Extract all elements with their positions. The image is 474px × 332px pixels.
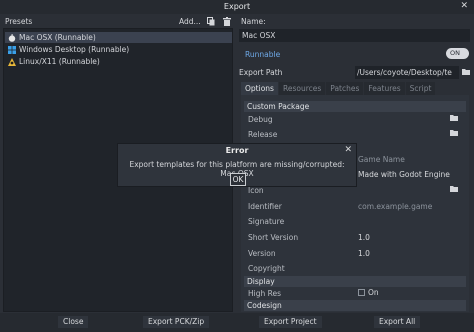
copyright-label: Copyright — [248, 264, 285, 273]
high-res-checkbox[interactable] — [358, 289, 365, 296]
preset-item-macosx[interactable]: Mac OSX (Runnable) — [5, 32, 232, 43]
tab-options[interactable]: Options — [241, 82, 278, 95]
folder-icon[interactable] — [462, 68, 470, 77]
tab-features[interactable]: Features — [364, 82, 405, 95]
export-path-field[interactable]: /Users/coyote/Desktop/te — [355, 66, 459, 79]
high-res-value: On — [368, 288, 379, 297]
high-res-label: High Res — [248, 289, 282, 298]
preset-item-linux[interactable]: Linux/X11 (Runnable) — [5, 56, 232, 67]
identifier-value[interactable]: com.example.game — [358, 202, 432, 211]
signature-label: Signature — [248, 217, 285, 226]
debug-label: Debug — [248, 115, 273, 124]
error-dialog: Error ✕ Export templates for this platfo… — [117, 143, 357, 187]
runnable-label: Runnable — [245, 50, 281, 59]
tab-patches[interactable]: Patches — [326, 82, 364, 95]
section-display[interactable]: Display — [244, 276, 466, 287]
close-button[interactable]: Close — [58, 316, 89, 328]
tab-resources[interactable]: Resources — [278, 82, 326, 95]
game-name-label: Game Name — [358, 155, 405, 164]
folder-icon[interactable] — [450, 185, 458, 194]
trash-icon[interactable] — [222, 16, 231, 26]
title-bar: Export ✕ — [0, 0, 474, 14]
identifier-label: Identifier — [248, 202, 282, 211]
section-custom-package[interactable]: Custom Package — [244, 101, 466, 112]
preset-label: Windows Desktop (Runnable) — [19, 45, 130, 54]
apple-icon — [8, 33, 16, 42]
preset-label: Mac OSX (Runnable) — [19, 33, 96, 42]
ok-button[interactable]: OK — [230, 173, 246, 186]
icon-label: Icon — [248, 186, 264, 195]
folder-icon[interactable] — [450, 114, 458, 123]
section-codesign[interactable]: Codesign — [244, 300, 466, 311]
version-label: Version — [248, 249, 276, 258]
short-version-value[interactable]: 1.0 — [358, 233, 370, 242]
folder-icon[interactable] — [450, 129, 458, 138]
duplicate-icon[interactable] — [206, 16, 215, 26]
version-value[interactable]: 1.0 — [358, 249, 370, 258]
export-all-button[interactable]: Export All — [374, 316, 421, 328]
release-label: Release — [248, 130, 278, 139]
name-field[interactable]: Mac OSX — [239, 29, 470, 42]
linux-icon — [8, 57, 16, 66]
preset-label: Linux/X11 (Runnable) — [19, 57, 100, 66]
export-pck-button[interactable]: Export PCK/Zip — [143, 316, 210, 328]
game-name-value[interactable]: Made with Godot Engine — [358, 170, 450, 179]
name-label: Name: — [241, 17, 266, 26]
runnable-toggle[interactable]: ON — [446, 48, 469, 59]
tab-bar: Options Resources Patches Features Scrip… — [241, 82, 436, 95]
tab-script[interactable]: Script — [405, 82, 436, 95]
add-preset-button[interactable]: Add... — [179, 17, 201, 26]
preset-item-windows[interactable]: Windows Desktop (Runnable) — [5, 44, 232, 55]
presets-label: Presets — [5, 17, 33, 26]
windows-icon — [8, 45, 16, 54]
export-project-button[interactable]: Export Project — [259, 316, 322, 328]
close-icon[interactable]: ✕ — [344, 145, 352, 155]
export-path-label: Export Path — [239, 68, 283, 77]
window-title: Export — [223, 2, 251, 11]
close-icon[interactable]: ✕ — [460, 1, 468, 11]
short-version-label: Short Version — [248, 233, 299, 242]
dialog-title: Error — [225, 146, 249, 155]
